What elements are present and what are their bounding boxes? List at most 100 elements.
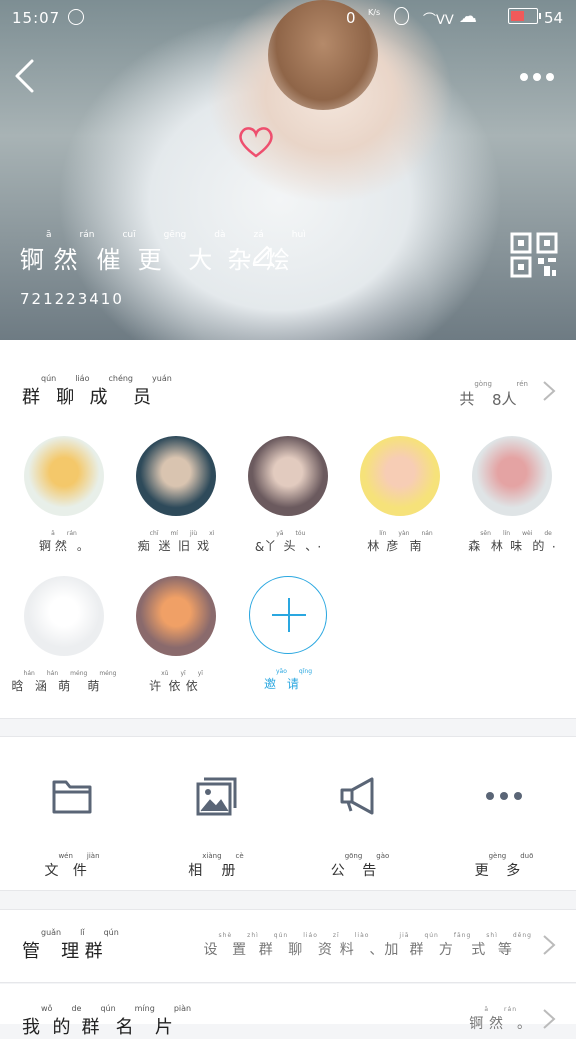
section-divider — [0, 890, 576, 891]
member-count[interactable]: 共gòng 8 人rén — [459, 380, 528, 409]
dot-icon — [546, 73, 554, 81]
back-button[interactable] — [12, 56, 52, 96]
announcement-label: 公gōng 告gào — [300, 852, 420, 880]
chevron-right-icon[interactable] — [542, 380, 556, 402]
member-item[interactable]: 许xǔ 依yī 依yī — [120, 576, 232, 694]
ruby-char: 锕ā — [469, 1006, 490, 1032]
ruby-char: 告gào — [362, 852, 390, 879]
my-group-card-value: 锕ā 然rán。 — [469, 1006, 532, 1033]
bunting-icon: ⌒ᐯᐯ — [423, 13, 454, 28]
battery-icon — [508, 8, 541, 24]
cloud-icon: ☁ — [459, 6, 477, 27]
member-name: 锕ā 然rán。 — [8, 530, 120, 554]
edit-pencil-icon[interactable] — [250, 240, 276, 266]
status-time: 15:07 — [12, 9, 61, 27]
ruby-char: 迷mí — [158, 530, 178, 553]
group-id: 721223410 — [20, 290, 124, 308]
globe-icon — [68, 9, 84, 25]
qr-code-icon[interactable] — [510, 232, 558, 278]
album-button[interactable]: 相xiàng 册cè — [156, 774, 276, 880]
folder-icon — [52, 780, 92, 814]
ruby-char: & — [254, 540, 265, 554]
ruby-char: 加jiā — [384, 932, 410, 958]
ruby-char: 戏xì — [197, 530, 215, 553]
avatar — [360, 436, 440, 516]
ruby-char: 理lǐ — [61, 928, 85, 962]
ruby-char: 名míng — [115, 1004, 155, 1038]
ruby-char: 萌méng — [87, 670, 117, 693]
chevron-right-icon[interactable] — [542, 934, 556, 956]
avatar — [136, 576, 216, 656]
ruby-char: 的de — [532, 530, 552, 553]
ruby-char: 群qún — [258, 932, 289, 958]
ruby-char: 许xǔ — [149, 670, 169, 693]
ruby-char: 方fāng — [438, 932, 472, 958]
ruby-char: 件jiàn — [72, 852, 100, 879]
chevron-right-icon[interactable] — [542, 1008, 556, 1030]
ruby-char: 锕ā — [39, 530, 55, 553]
ruby-char: 等děng — [497, 932, 532, 958]
ruby-char: · — [317, 540, 322, 554]
member-name: 林lín 彦yàn 南nán — [344, 530, 456, 554]
member-item[interactable]: 锕ā 然rán。 — [8, 436, 120, 554]
ruby-char: 公gōng — [330, 852, 363, 879]
ruby-char: 册cè — [221, 852, 244, 879]
more-tools-button[interactable]: 更gèng 多duō — [444, 774, 564, 880]
ruby-char: 彦yàn — [386, 530, 410, 553]
ruby-char: 南nán — [409, 530, 433, 553]
ruby-char: 相xiàng — [188, 852, 222, 879]
avatar — [248, 436, 328, 516]
ruby-char: 设shè — [203, 932, 233, 958]
network-speed-value: 0 — [346, 9, 356, 27]
ruby-char: 更gèng — [474, 852, 507, 879]
member-item[interactable]: & 丫yā 头tóu、 · — [232, 436, 344, 554]
ruby-char: 式shì — [471, 932, 498, 958]
ruby-char: 痴chī — [137, 530, 159, 553]
more-dots-icon — [486, 792, 522, 800]
ruby-char: 头tóu — [283, 530, 306, 553]
ruby-char: 请qǐng — [286, 668, 313, 691]
member-item[interactable]: 痴chī 迷mí 旧jiù 戏xì — [120, 436, 232, 554]
ruby-char: 依yī — [185, 670, 203, 693]
ruby-char: 旧jiù — [177, 530, 198, 553]
avatar — [472, 436, 552, 516]
ruby-char: 然rán — [54, 530, 77, 553]
chevron-left-icon — [15, 59, 34, 93]
manage-group-description: 设shè 置zhì 群qún 聊liáo 资zī 料liào、加jiā 群qún 方fāng 式… — [204, 932, 532, 959]
network-speed-unit: K/s — [368, 8, 381, 17]
files-button[interactable]: 文wén 件jiàn — [12, 774, 132, 880]
more-options-button[interactable] — [520, 66, 564, 86]
ruby-char: 文wén — [44, 852, 73, 879]
manage-group-title: 管guǎn 理lǐ 群qún — [22, 928, 119, 963]
ruby-char: 成chéng — [89, 374, 134, 408]
group-cover-header: 15:07 0 K/s ⌒ᐯᐯ ☁ 54 锕ā 然rán 催cuī 更gēng 大dà 杂… — [0, 0, 576, 340]
album-label: 相xiàng 册cè — [156, 852, 276, 880]
balloon-icon — [394, 7, 409, 25]
dot-icon — [533, 73, 541, 81]
ruby-char: 置zhì — [232, 932, 259, 958]
ruby-char: 依yī — [168, 670, 186, 693]
ruby-char: 丫yā — [264, 530, 284, 553]
ruby-char: 味wèi — [510, 530, 533, 553]
announcement-button[interactable]: 公gōng 告gào — [300, 774, 420, 880]
member-name: 森sēn 林lín 味wèi 的de · — [456, 530, 568, 554]
invite-member-button[interactable]: 邀yāo 请qǐng — [232, 576, 344, 692]
ruby-char: 片piàn — [154, 1004, 192, 1038]
more-tools-label: 更gèng 多duō — [444, 852, 564, 880]
ruby-char: 聊liáo — [288, 932, 318, 958]
member-item[interactable]: 森sēn 林lín 味wèi 的de · — [456, 436, 568, 554]
status-bar: 15:07 0 K/s ⌒ᐯᐯ ☁ 54 — [0, 0, 576, 36]
album-icon — [196, 777, 237, 816]
my-group-card-title: 我wǒ 的de 群qún 名míng 片piàn — [22, 1004, 191, 1039]
member-item[interactable]: 晗hán 涵hán 萌méng 萌méng — [8, 576, 120, 694]
member-item[interactable]: 林lín 彦yàn 南nán — [344, 436, 456, 554]
plus-icon — [249, 576, 327, 654]
member-name: & 丫yā 头tóu、 · — [232, 530, 344, 554]
heart-icon — [239, 127, 273, 158]
ruby-char: 。 — [76, 539, 89, 553]
section-divider — [0, 736, 576, 737]
ruby-char: 8 — [491, 391, 502, 409]
ruby-char: 我wǒ — [22, 1004, 53, 1038]
battery-level: 54 — [544, 9, 564, 27]
ruby-char: 聊liáo — [56, 374, 90, 408]
